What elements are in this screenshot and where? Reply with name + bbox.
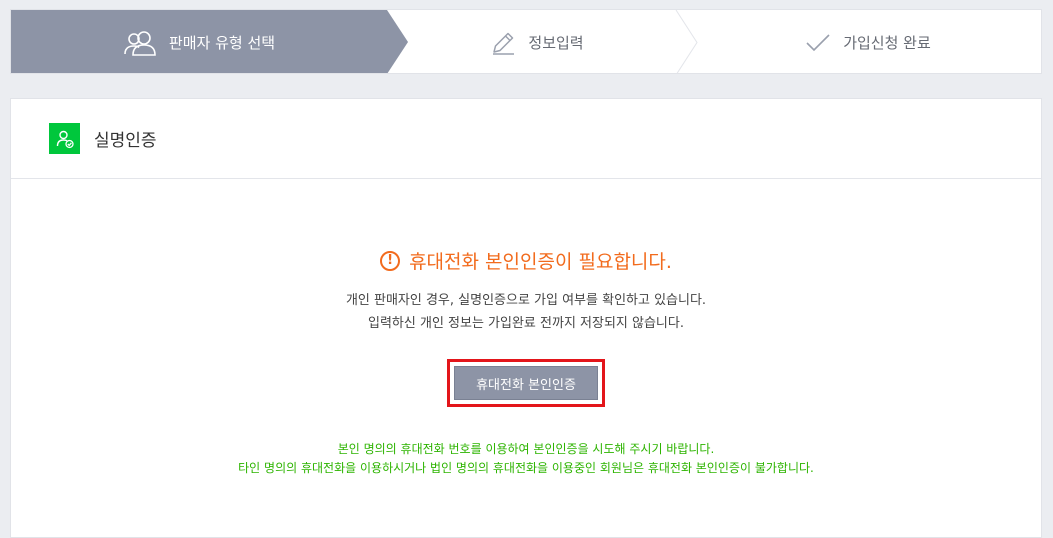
- phone-auth-button[interactable]: 휴대전화 본인인증: [454, 366, 598, 400]
- step-label: 판매자 유형 선택: [168, 34, 276, 52]
- notice-description: 개인 판매자인 경우, 실명인증으로 가입 여부를 확인하고 있습니다. 입력하…: [11, 289, 1041, 335]
- identity-verification-panel: 실명인증 ! 휴대전화 본인인증이 필요합니다. 개인 판매자인 경우, 실명인…: [10, 98, 1042, 538]
- users-icon: [123, 30, 157, 56]
- pencil-icon: [490, 30, 516, 56]
- step-label: 정보입력: [528, 34, 584, 52]
- user-check-icon: [49, 123, 80, 154]
- notice-desc-line2: 입력하신 개인 정보는 가입완료 전까지 저장되지 않습니다.: [368, 316, 684, 331]
- footnote-line2: 타인 명의의 휴대전화을 이용하시거나 법인 명의의 휴대전화을 이용중인 회원…: [238, 461, 814, 475]
- section-title: 실명인증: [94, 131, 157, 151]
- step-info-input: 정보입력: [399, 10, 675, 73]
- footnote-line1: 본인 명의의 휴대전화 번호를 이용하여 본인인증을 시도해 주시기 바랍니다.: [337, 442, 715, 456]
- signup-steps: 판매자 유형 선택 정보입력 가입신청 완료: [10, 9, 1042, 74]
- step-label: 가입신청 완료: [843, 34, 931, 52]
- auth-button-highlight: 휴대전화 본인인증: [447, 359, 605, 407]
- panel-header: 실명인증: [11, 99, 1041, 179]
- step-complete: 가입신청 완료: [693, 10, 1041, 73]
- footnote: 본인 명의의 휴대전화 번호를 이용하여 본인인증을 시도해 주시기 바랍니다.…: [11, 440, 1041, 478]
- notice-heading: ! 휴대전화 본인인증이 필요합니다.: [11, 247, 1041, 274]
- notice-desc-line1: 개인 판매자인 경우, 실명인증으로 가입 여부를 확인하고 있습니다.: [345, 293, 707, 308]
- notice-title-text: 휴대전화 본인인증이 필요합니다.: [409, 251, 672, 273]
- check-icon: [805, 33, 831, 53]
- warning-icon: !: [380, 250, 401, 271]
- step-seller-type: 판매자 유형 선택: [11, 10, 387, 73]
